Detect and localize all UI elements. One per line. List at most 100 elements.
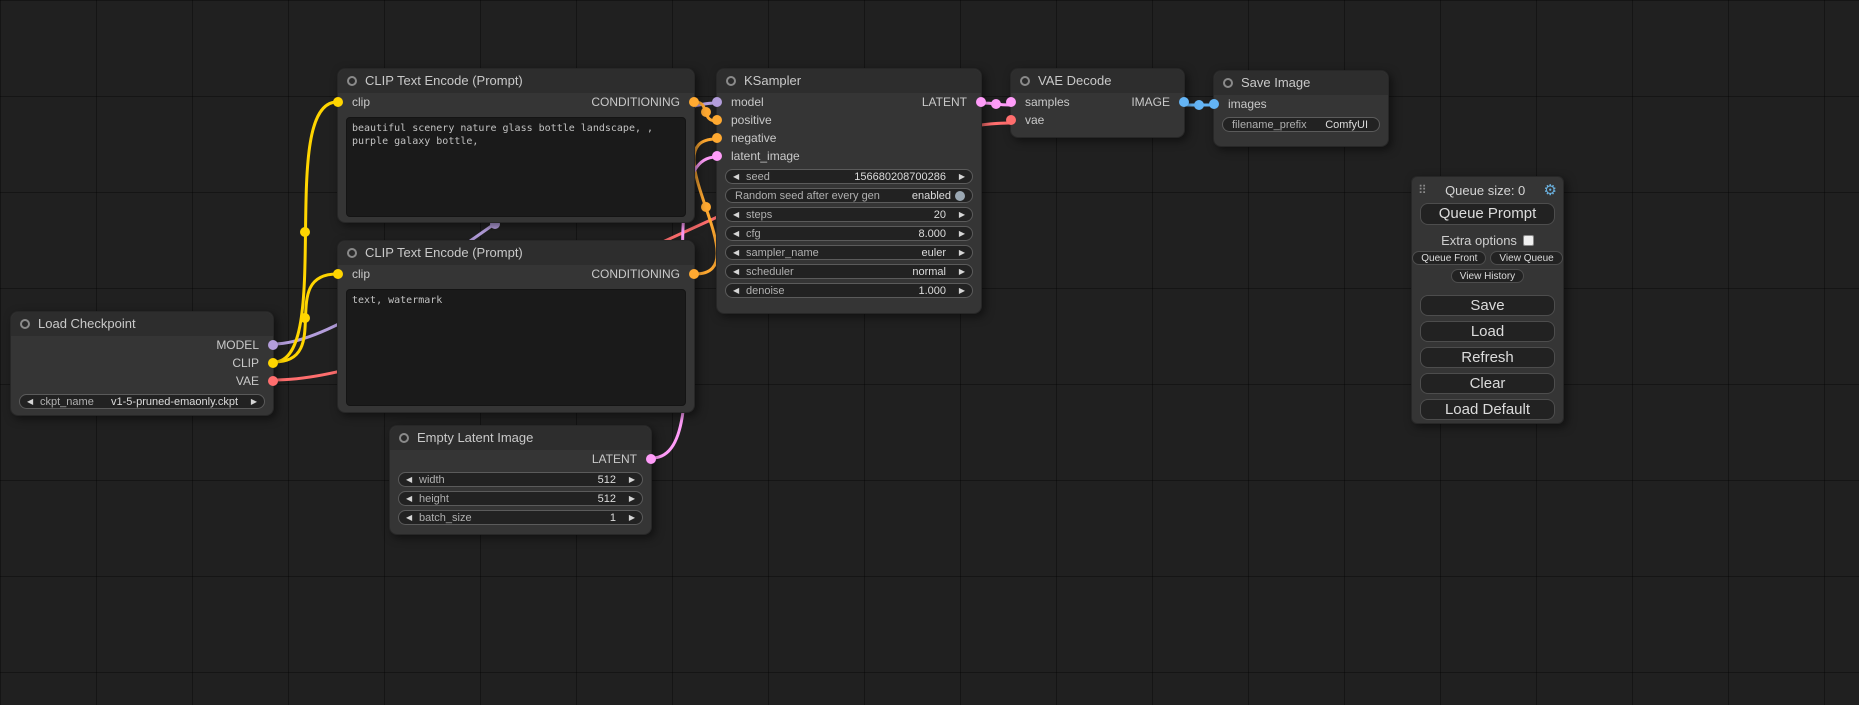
node-vae-decode[interactable]: VAE Decode samples IMAGE vae [1010, 68, 1185, 138]
node-title-bar[interactable]: Load Checkpoint [11, 312, 273, 336]
decrement-arrow-icon[interactable]: ◀ [733, 210, 744, 219]
node-clip-text-encode-negative[interactable]: CLIP Text Encode (Prompt) clip CONDITION… [337, 240, 695, 413]
increment-arrow-icon[interactable]: ▶ [954, 267, 965, 276]
decrement-arrow-icon[interactable]: ◀ [27, 397, 38, 406]
input-slot-images[interactable] [1209, 99, 1219, 109]
queue-front-button[interactable]: Queue Front [1412, 251, 1486, 265]
input-slot-model[interactable] [712, 97, 722, 107]
increment-arrow-icon[interactable]: ▶ [624, 475, 635, 484]
widget-height[interactable]: ◀ height 512 ▶ [398, 491, 643, 506]
node-title: CLIP Text Encode (Prompt) [365, 245, 523, 260]
input-slot-clip[interactable] [333, 97, 343, 107]
collapse-dot-icon[interactable] [1020, 76, 1030, 86]
input-label-images: images [1228, 97, 1267, 111]
output-label-conditioning: CONDITIONING [591, 95, 680, 109]
node-title-bar[interactable]: Empty Latent Image [390, 426, 651, 450]
node-load-checkpoint[interactable]: Load Checkpoint MODEL CLIP VAE ◀ ckpt_na… [10, 311, 274, 416]
extra-options-checkbox[interactable] [1523, 235, 1534, 246]
widget-cfg[interactable]: ◀ cfg 8.000 ▶ [725, 226, 973, 241]
input-slot-samples[interactable] [1006, 97, 1016, 107]
node-title-bar[interactable]: CLIP Text Encode (Prompt) [338, 241, 694, 265]
decrement-arrow-icon[interactable]: ◀ [733, 267, 744, 276]
toggle-knob-icon[interactable] [955, 191, 965, 201]
queue-size-label: Queue size: 0 [1445, 183, 1525, 198]
widget-random-seed-toggle[interactable]: Random seed after every gen enabled [725, 188, 973, 203]
collapse-dot-icon[interactable] [399, 433, 409, 443]
refresh-button[interactable]: Refresh [1420, 347, 1555, 368]
node-ksampler[interactable]: KSampler model LATENT positive negative … [716, 68, 982, 314]
widget-label: steps [744, 209, 772, 221]
output-slot-image[interactable] [1179, 97, 1189, 107]
widget-steps[interactable]: ◀ steps 20 ▶ [725, 207, 973, 222]
output-label-image: IMAGE [1131, 95, 1170, 109]
decrement-arrow-icon[interactable]: ◀ [733, 229, 744, 238]
output-slot-conditioning[interactable] [689, 269, 699, 279]
save-button[interactable]: Save [1420, 295, 1555, 316]
decrement-arrow-icon[interactable]: ◀ [406, 494, 417, 503]
collapse-dot-icon[interactable] [20, 319, 30, 329]
node-clip-text-encode-positive[interactable]: CLIP Text Encode (Prompt) clip CONDITION… [337, 68, 695, 223]
output-slot-model[interactable] [268, 340, 278, 350]
view-queue-button[interactable]: View Queue [1490, 251, 1562, 265]
queue-prompt-button[interactable]: Queue Prompt [1420, 203, 1555, 225]
widget-label: scheduler [744, 266, 794, 278]
widget-filename-prefix[interactable]: filename_prefix ComfyUI [1222, 117, 1380, 132]
view-history-button[interactable]: View History [1451, 269, 1524, 283]
input-slot-latent-image[interactable] [712, 151, 722, 161]
load-button[interactable]: Load [1420, 321, 1555, 342]
increment-arrow-icon[interactable]: ▶ [954, 248, 965, 257]
input-slot-vae[interactable] [1006, 115, 1016, 125]
node-title: VAE Decode [1038, 73, 1111, 88]
widget-seed[interactable]: ◀ seed 156680208700286 ▶ [725, 169, 973, 184]
input-label-clip: clip [352, 267, 370, 281]
increment-arrow-icon[interactable]: ▶ [624, 513, 635, 522]
output-slot-latent[interactable] [976, 97, 986, 107]
node-save-image[interactable]: Save Image images filename_prefix ComfyU… [1213, 70, 1389, 147]
widget-ckpt-name[interactable]: ◀ ckpt_name v1-5-pruned-emaonly.ckpt ▶ [19, 394, 265, 409]
load-default-button[interactable]: Load Default [1420, 399, 1555, 420]
widget-denoise[interactable]: ◀ denoise 1.000 ▶ [725, 283, 973, 298]
node-title-bar[interactable]: VAE Decode [1011, 69, 1184, 93]
node-empty-latent-image[interactable]: Empty Latent Image LATENT ◀ width 512 ▶ … [389, 425, 652, 535]
widget-batch-size[interactable]: ◀ batch_size 1 ▶ [398, 510, 643, 525]
increment-arrow-icon[interactable]: ▶ [954, 210, 965, 219]
widget-scheduler[interactable]: ◀ scheduler normal ▶ [725, 264, 973, 279]
link-midpoint-dot [1194, 100, 1204, 110]
prompt-textarea[interactable]: text, watermark [346, 289, 686, 406]
widget-width[interactable]: ◀ width 512 ▶ [398, 472, 643, 487]
widget-label: width [417, 474, 445, 486]
input-slot-negative[interactable] [712, 133, 722, 143]
widget-sampler-name[interactable]: ◀ sampler_name euler ▶ [725, 245, 973, 260]
node-title-bar[interactable]: KSampler [717, 69, 981, 93]
output-slot-vae[interactable] [268, 376, 278, 386]
increment-arrow-icon[interactable]: ▶ [246, 397, 257, 406]
node-title: Save Image [1241, 75, 1310, 90]
settings-gear-icon[interactable]: ⚙ [1544, 181, 1557, 199]
widget-label: sampler_name [744, 247, 819, 259]
output-slot-conditioning[interactable] [689, 97, 699, 107]
drag-handle-icon[interactable]: ⠿ [1418, 183, 1427, 197]
decrement-arrow-icon[interactable]: ◀ [733, 248, 744, 257]
increment-arrow-icon[interactable]: ▶ [624, 494, 635, 503]
decrement-arrow-icon[interactable]: ◀ [733, 286, 744, 295]
output-label-model: MODEL [216, 338, 259, 352]
node-title-bar[interactable]: Save Image [1214, 71, 1388, 95]
output-slot-latent[interactable] [646, 454, 656, 464]
increment-arrow-icon[interactable]: ▶ [954, 172, 965, 181]
decrement-arrow-icon[interactable]: ◀ [733, 172, 744, 181]
prompt-textarea[interactable]: beautiful scenery nature glass bottle la… [346, 117, 686, 217]
collapse-dot-icon[interactable] [1223, 78, 1233, 88]
clear-button[interactable]: Clear [1420, 373, 1555, 394]
node-title-bar[interactable]: CLIP Text Encode (Prompt) [338, 69, 694, 93]
collapse-dot-icon[interactable] [347, 76, 357, 86]
collapse-dot-icon[interactable] [347, 248, 357, 258]
decrement-arrow-icon[interactable]: ◀ [406, 475, 417, 484]
collapse-dot-icon[interactable] [726, 76, 736, 86]
input-slot-clip[interactable] [333, 269, 343, 279]
input-slot-positive[interactable] [712, 115, 722, 125]
increment-arrow-icon[interactable]: ▶ [954, 229, 965, 238]
increment-arrow-icon[interactable]: ▶ [954, 286, 965, 295]
output-slot-clip[interactable] [268, 358, 278, 368]
decrement-arrow-icon[interactable]: ◀ [406, 513, 417, 522]
output-label-latent: LATENT [592, 452, 637, 466]
